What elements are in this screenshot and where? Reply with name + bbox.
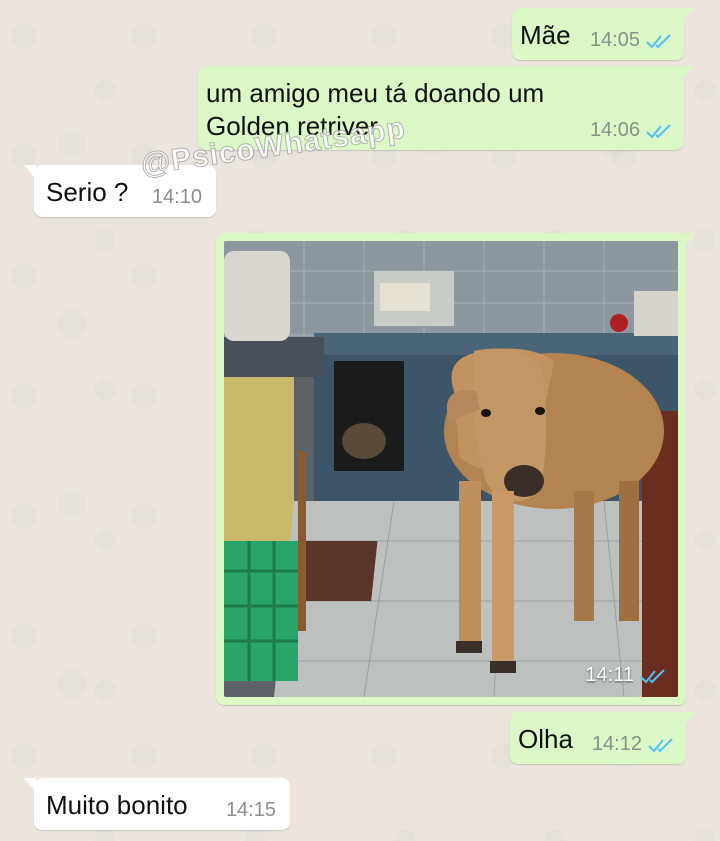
- message-meta: 14:12: [592, 733, 674, 756]
- double-check-read-icon: [640, 668, 665, 683]
- message-time: 14:10: [151, 186, 202, 208]
- message-meta: 14:06: [590, 119, 672, 142]
- message-text: Serio ?: [46, 177, 129, 207]
- message-text: Olha: [518, 724, 573, 754]
- outgoing-message[interactable]: Mãe 14:05: [512, 8, 694, 60]
- message-text: Muito bonito: [46, 790, 188, 820]
- double-check-read-icon: [646, 123, 671, 138]
- message-meta: 14:15: [226, 799, 276, 822]
- message-time: 14:06: [589, 119, 640, 141]
- message-time: 14:05: [589, 29, 640, 51]
- incoming-message[interactable]: Muito bonito 14:15: [24, 778, 290, 830]
- outgoing-image-message[interactable]: 14:11: [216, 233, 696, 705]
- message-meta: 14:10: [152, 186, 202, 209]
- message-meta: 14:05: [590, 29, 672, 52]
- message-text: Mãe: [520, 20, 571, 50]
- message-time: 14:12: [591, 733, 642, 755]
- double-check-read-icon: [646, 33, 671, 48]
- message-time: 14:15: [225, 799, 276, 821]
- message-meta: 14:11: [585, 664, 666, 687]
- calf-in-kitchen-photo[interactable]: 14:11: [224, 241, 678, 697]
- outgoing-message[interactable]: Olha 14:12: [510, 712, 696, 764]
- double-check-read-icon: [648, 737, 673, 752]
- message-time: 14:11: [585, 664, 634, 686]
